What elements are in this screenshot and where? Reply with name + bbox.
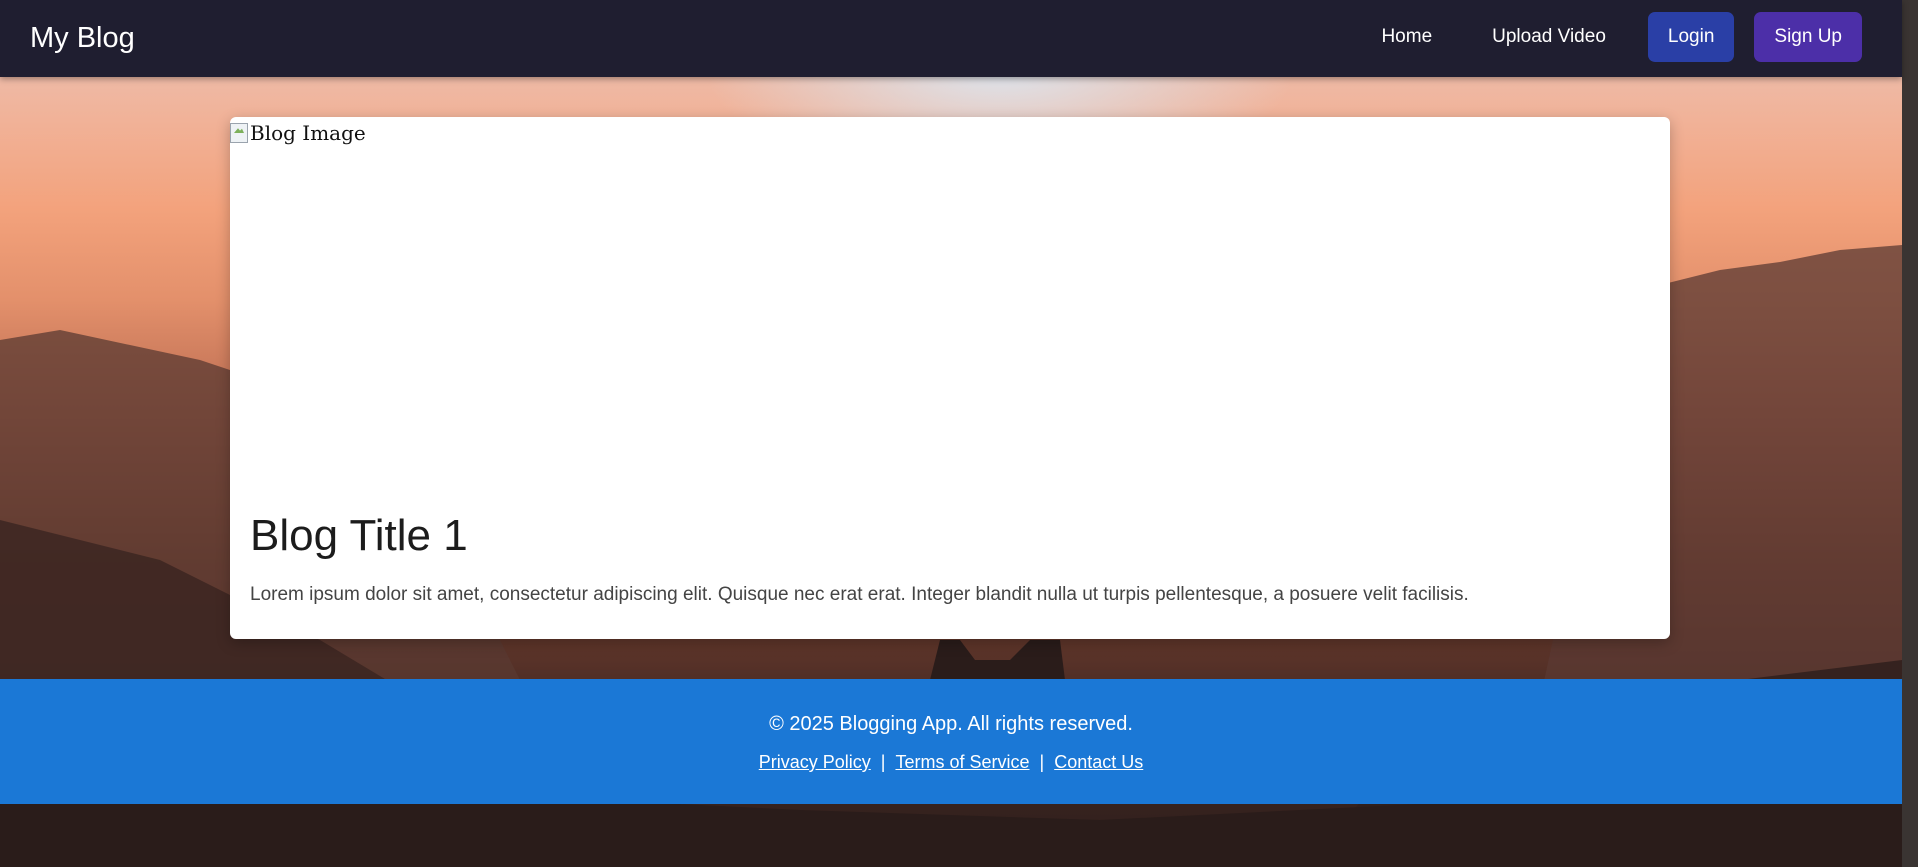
broken-image-icon	[230, 123, 248, 143]
nav-link-upload-video[interactable]: Upload Video	[1462, 12, 1636, 62]
blog-post-card[interactable]: Blog Image Blog Title 1 Lorem ipsum dolo…	[230, 117, 1670, 639]
navbar: My Blog Home Upload Video Login Sign Up	[0, 0, 1902, 77]
signup-button[interactable]: Sign Up	[1754, 12, 1862, 62]
footer: © 2025 Blogging App. All rights reserved…	[0, 679, 1902, 804]
blog-image-alt-text: Blog Image	[250, 121, 366, 145]
login-button[interactable]: Login	[1647, 12, 1735, 62]
contact-us-link[interactable]: Contact Us	[1054, 752, 1143, 772]
footer-separator: |	[880, 752, 886, 772]
broken-image-placeholder: Blog Image	[230, 121, 366, 145]
blog-post-title[interactable]: Blog Title 1	[250, 509, 468, 563]
terms-of-service-link[interactable]: Terms of Service	[895, 752, 1029, 772]
footer-copyright: © 2025 Blogging App. All rights reserved…	[769, 713, 1133, 735]
blog-image: Blog Image	[230, 117, 1670, 483]
page: My Blog Home Upload Video Login Sign Up …	[0, 0, 1918, 867]
nav-link-home[interactable]: Home	[1351, 12, 1462, 62]
footer-separator: |	[1039, 752, 1045, 772]
brand-logo[interactable]: My Blog	[30, 20, 135, 56]
scrollbar-track[interactable]	[1902, 0, 1918, 867]
nav-links: Home Upload Video Login Sign Up	[1351, 12, 1862, 62]
blog-post-excerpt: Lorem ipsum dolor sit amet, consectetur …	[250, 584, 1469, 605]
privacy-policy-link[interactable]: Privacy Policy	[759, 752, 871, 772]
footer-links: Privacy Policy | Terms of Service | Contact …	[0, 751, 1902, 773]
